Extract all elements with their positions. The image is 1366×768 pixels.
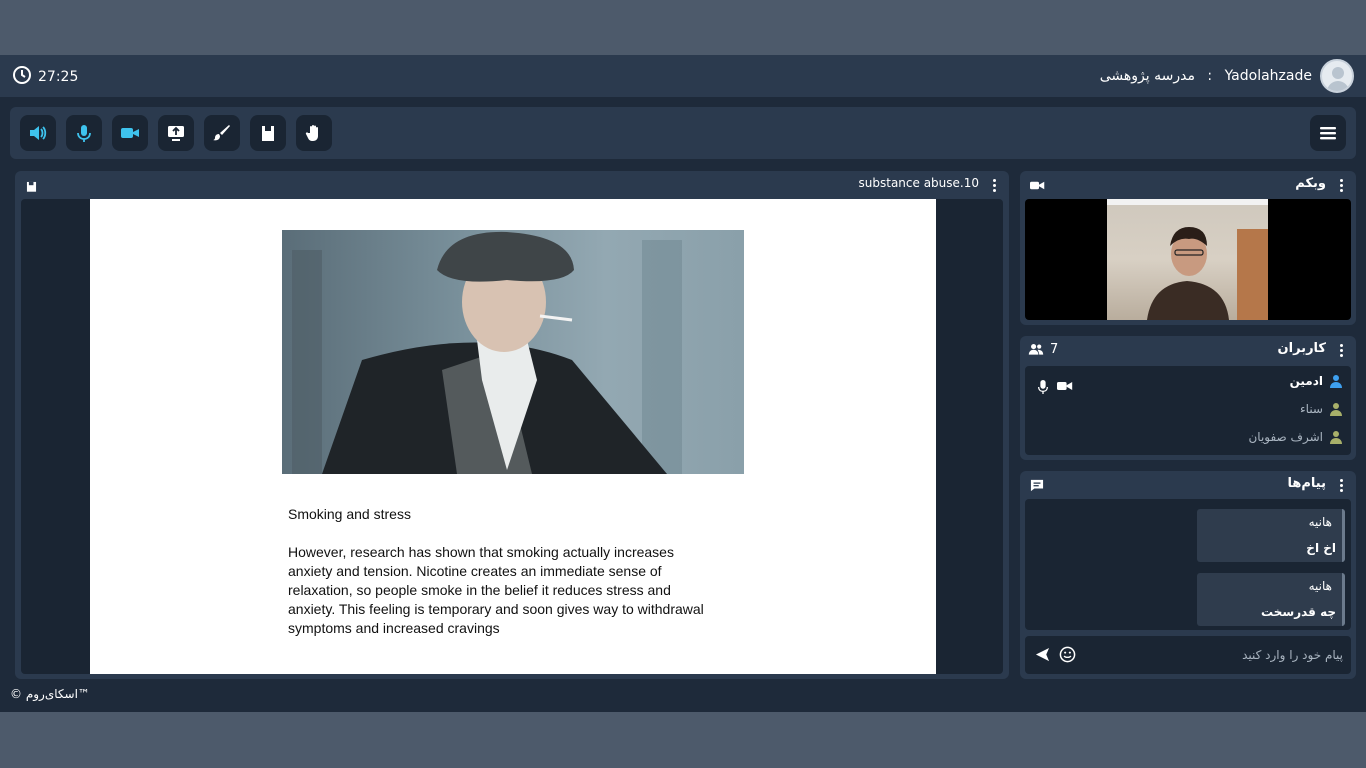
user-name: ادمین: [1289, 374, 1323, 388]
microphone-button[interactable]: [66, 115, 102, 151]
users-count: 7: [1050, 342, 1059, 357]
files-button[interactable]: [250, 115, 286, 151]
bottom-strip: [0, 712, 1366, 768]
user-name: سناء: [1300, 402, 1323, 416]
chat-messages[interactable]: هانیه اخ اخ هانیه چه قدرسخت: [1025, 499, 1351, 630]
file-icon: [25, 178, 38, 197]
message-text: اخ اخ: [1306, 541, 1336, 555]
presentation-menu-icon[interactable]: [993, 179, 997, 193]
webcam-menu-icon[interactable]: [1340, 179, 1344, 193]
separator: :: [1202, 68, 1217, 84]
admin-media-status: [1037, 380, 1073, 394]
avatar[interactable]: [1320, 59, 1354, 93]
users-list: ادمین سناء اشرف صفویان: [1025, 366, 1351, 455]
message-author: هانیه: [1308, 579, 1332, 593]
slide-viewer[interactable]: Smoking and stress However, research has…: [21, 199, 1003, 674]
camera-button[interactable]: [112, 115, 148, 151]
user-row[interactable]: اشرف صفویان: [1248, 430, 1343, 444]
microphone-icon: [77, 125, 91, 142]
emoji-button[interactable]: [1059, 646, 1076, 667]
header-bar: 27:25 مدرسه پژوهشی : Yadolahzade: [0, 55, 1366, 97]
user-row[interactable]: سناء: [1300, 402, 1343, 416]
brush-icon: [213, 125, 230, 141]
user-name: Yadolahzade: [1224, 68, 1312, 84]
video-camera-icon: [1057, 382, 1073, 390]
menu-button[interactable]: [1310, 115, 1346, 151]
footer-brand: © اسکای‌روم™: [10, 687, 90, 701]
chat-menu-icon[interactable]: [1340, 479, 1344, 493]
slide-photo: [282, 230, 744, 474]
chat-panel: پیام‌ها هانیه اخ اخ هانیه چه قدرسخت: [1020, 471, 1356, 679]
video-camera-icon: [1030, 177, 1045, 196]
user-icon: [1330, 375, 1342, 388]
microphone-icon: [1037, 380, 1049, 394]
webcam-feed: [1025, 199, 1351, 320]
chat-icon: [1030, 477, 1044, 496]
user-info: مدرسه پژوهشی : Yadolahzade: [1100, 59, 1354, 93]
users-count-group: 7: [1028, 340, 1058, 359]
toolbar: [10, 107, 1356, 159]
users-icon: [1028, 340, 1044, 359]
webcam-panel: وبکم: [1020, 171, 1356, 325]
app-window: 27:25 مدرسه پژوهشی : Yadolahzade substan…: [0, 55, 1366, 712]
users-panel: 7 کاربران ادمین سناء اشرف صفویان: [1020, 336, 1356, 460]
raise-hand-icon: [305, 125, 318, 141]
raise-hand-button[interactable]: [296, 115, 332, 151]
chat-input[interactable]: [1123, 645, 1343, 665]
top-strip: [0, 0, 1366, 55]
user-icon: [1330, 403, 1342, 416]
presentation-file-name: substance abuse.10: [858, 176, 979, 190]
session-timer: 27:25: [12, 65, 78, 89]
smile-icon: [1059, 646, 1076, 663]
users-menu-icon[interactable]: [1340, 344, 1344, 358]
timer-value: 27:25: [38, 69, 79, 85]
send-icon: [1035, 647, 1050, 662]
video-camera-icon: [121, 128, 139, 138]
screen-share-button[interactable]: [158, 115, 194, 151]
webcam-video: [1107, 199, 1268, 320]
screen-share-icon: [168, 126, 184, 141]
user-name: اشرف صفویان: [1248, 430, 1323, 444]
clock-icon: [12, 65, 32, 89]
message-author: هانیه: [1308, 515, 1332, 529]
whiteboard-button[interactable]: [204, 115, 240, 151]
user-icon: [1330, 431, 1342, 444]
chat-message: هانیه اخ اخ: [1197, 509, 1345, 562]
chat-title: پیام‌ها: [1287, 476, 1327, 491]
room-name: مدرسه پژوهشی: [1099, 68, 1195, 84]
presentation-panel: substance abuse.10 Smoking and stress Ho…: [15, 171, 1009, 679]
slide-body: However, research has shown that smoking…: [288, 544, 704, 636]
slide-heading: Smoking and stress: [288, 506, 411, 522]
speaker-icon: [30, 126, 47, 140]
webcam-title: وبکم: [1295, 176, 1326, 191]
send-button[interactable]: [1035, 647, 1050, 666]
chat-input-bar: [1025, 636, 1351, 674]
slide-page: Smoking and stress However, research has…: [90, 199, 936, 674]
users-title: کاربران: [1277, 341, 1326, 356]
chat-message: هانیه چه قدرسخت: [1197, 573, 1345, 626]
speaker-button[interactable]: [20, 115, 56, 151]
user-row[interactable]: ادمین: [1290, 374, 1343, 388]
hamburger-icon: [1320, 127, 1336, 140]
file-icon: [262, 126, 274, 141]
message-text: چه قدرسخت: [1261, 605, 1336, 619]
